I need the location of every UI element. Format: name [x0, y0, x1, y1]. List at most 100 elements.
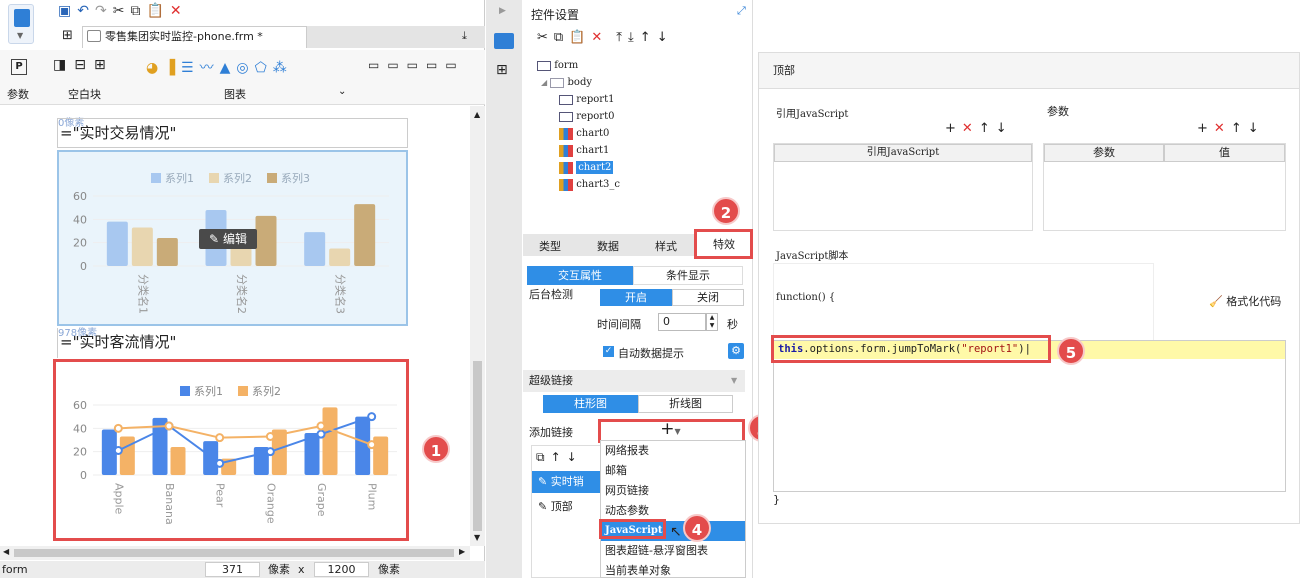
tree-item-chart2[interactable]: chart2 — [537, 159, 620, 176]
param-header: 参数 — [1044, 144, 1164, 162]
scroll-down-icon[interactable]: ▼ — [474, 533, 480, 542]
chart-type-icons[interactable]: ◕▐☰〰▲◎⬠⁂ — [146, 57, 293, 77]
tab-type[interactable]: 类型 — [539, 238, 561, 254]
move-bottom-icon[interactable]: ⤓ — [628, 30, 634, 45]
chevron-down-icon[interactable]: ▼ — [731, 370, 737, 392]
chart0-widget[interactable]: 系列1 系列2 系列3 0 20 40 60 分类名1 分类名2 分类名3 ✎ 编辑 — [57, 150, 408, 326]
tab-style[interactable]: 样式 — [655, 238, 677, 254]
move-up-icon[interactable]: ↑ — [640, 30, 651, 45]
link-tab-line[interactable]: 折线图 — [638, 395, 733, 413]
expand-icon[interactable]: ⤢ — [737, 4, 746, 18]
scroll-up-icon[interactable]: ▲ — [474, 110, 480, 119]
tree-item-report0[interactable]: report0 — [537, 108, 620, 125]
widget-settings-toggle[interactable] — [494, 33, 514, 49]
x-tick-label: 分类名1 — [136, 274, 150, 314]
scroll-left-icon[interactable]: ◀ — [3, 547, 9, 556]
layout-icon[interactable]: ⊞ — [496, 62, 508, 78]
width-field[interactable]: 371 — [205, 562, 260, 577]
copy-icon[interactable]: ⧉ — [536, 450, 551, 464]
param-icon[interactable]: P — [11, 59, 27, 75]
ref-js-header: 引用JavaScript — [774, 144, 1032, 162]
menu-item-dynamic-param[interactable]: 动态参数 — [601, 501, 745, 521]
widget-toolbar: P 参数 ◨⊟⊞ 空白块 ◕▐☰〰▲◎⬠⁂ 图表 ⌄ ▭▭▭▭▭ — [0, 50, 485, 105]
menu-item-weblink[interactable]: 网页链接 — [601, 481, 745, 501]
move-up-icon[interactable]: ↑ — [979, 121, 990, 136]
link-tab-bar[interactable]: 柱形图 — [543, 395, 638, 413]
paste-icon[interactable]: 📋 — [569, 30, 585, 45]
toggle-on[interactable]: 开启 — [600, 289, 672, 306]
move-down-icon[interactable]: ↓ — [567, 450, 583, 464]
vertical-scrollbar[interactable]: ▲ ▼ — [470, 106, 485, 546]
report-title-2[interactable]: ="实时客流情况" — [57, 328, 408, 358]
save-icon[interactable]: ▣ — [58, 3, 71, 19]
subtab-interaction[interactable]: 交互属性 — [527, 266, 633, 285]
chart-icon — [559, 178, 573, 191]
link-item-label: 顶部 — [550, 500, 573, 513]
interval-field[interactable]: 0 — [658, 313, 706, 331]
add-icon[interactable]: + — [945, 121, 956, 136]
height-field[interactable]: 1200 — [314, 562, 369, 577]
legend-swatch — [151, 173, 161, 183]
tab-data[interactable]: 数据 — [597, 238, 619, 254]
add-icon[interactable]: + — [1197, 121, 1208, 136]
move-top-icon[interactable]: ⤒ — [616, 30, 622, 45]
form-widget-icons[interactable]: ▭▭▭▭▭ — [368, 58, 465, 72]
edit-button[interactable]: ✎ 编辑 — [199, 229, 257, 249]
cut-icon[interactable]: ✂ — [113, 3, 125, 19]
status-bar: form 371 像素 x 1200 像素 — [0, 561, 485, 578]
tree-item-chart0[interactable]: chart0 — [537, 125, 620, 142]
move-up-icon[interactable]: ↑ — [1231, 121, 1242, 136]
panel-toolbar: ✂ ⧉ 📋 ✕ ⤒ ⤓ ↑ ↓ — [537, 30, 674, 45]
interval-stepper[interactable]: ▲ ▼ — [706, 313, 718, 331]
group-label-chart: 图表 — [224, 88, 246, 101]
tree-item-report1[interactable]: report1 — [537, 91, 620, 108]
delete-icon[interactable]: ✕ — [170, 3, 182, 19]
menu-item-float-chart[interactable]: 图表超链-悬浮窗图表 — [601, 541, 745, 561]
grid-icon[interactable]: ⊞ — [62, 28, 73, 43]
js-dialog: 顶部 引用JavaScript 参数 + ✕ ↑ ↓ + ✕ ↑ ↓ 引用JavaScrip… — [758, 52, 1300, 524]
redo-icon[interactable]: ↷ — [95, 3, 107, 19]
tab-bar-bg — [307, 26, 485, 48]
report-title-1[interactable]: ="实时交易情况" — [57, 118, 408, 148]
delete-icon[interactable]: ✕ — [1214, 121, 1225, 136]
pin-icon[interactable]: ⤓ — [462, 29, 467, 43]
move-down-icon[interactable]: ↓ — [657, 30, 668, 45]
scroll-thumb[interactable] — [473, 361, 482, 531]
app-menu-button[interactable]: ▼ — [8, 4, 34, 44]
menu-item-report[interactable]: 网络报表 — [601, 441, 745, 461]
delete-icon[interactable]: ✕ — [962, 121, 973, 136]
tree-item-form[interactable]: form — [537, 57, 620, 74]
delete-icon[interactable]: ✕ — [591, 30, 602, 45]
gear-icon[interactable]: ⚙ — [728, 343, 744, 359]
move-down-icon[interactable]: ↓ — [996, 121, 1007, 136]
tree-item-body[interactable]: ◢ body — [537, 74, 620, 91]
func-open: function() { — [776, 292, 836, 303]
menu-item-current-form[interactable]: 当前表单对象 — [601, 561, 745, 581]
chevron-down-icon[interactable]: ⌄ — [338, 86, 346, 97]
cut-icon[interactable]: ✂ — [537, 30, 548, 45]
tree-item-chart1[interactable]: chart1 — [537, 142, 620, 159]
undo-icon[interactable]: ↶ — [77, 3, 89, 19]
toggle-off[interactable]: 关闭 — [672, 289, 744, 306]
panel-title: 控件设置 — [531, 8, 580, 22]
menu-item-email[interactable]: 邮箱 — [601, 461, 745, 481]
tree-label: chart0 — [576, 128, 610, 139]
file-tab[interactable]: 零售集团实时监控-phone.frm * — [82, 26, 307, 48]
scroll-thumb-h[interactable] — [14, 549, 454, 557]
copy-icon[interactable]: ⧉ — [554, 30, 563, 45]
collapse-icon[interactable]: ▶ — [499, 6, 506, 16]
paste-icon[interactable]: 📋 — [146, 3, 163, 19]
move-down-icon[interactable]: ↓ — [1248, 121, 1259, 136]
blank-block-icons[interactable]: ◨⊟⊞ — [53, 57, 114, 73]
size-x: x — [298, 563, 305, 576]
subtab-condition[interactable]: 条件显示 — [633, 266, 743, 285]
scroll-right-icon[interactable]: ▶ — [459, 547, 465, 556]
tree-label: form — [554, 60, 579, 71]
auto-tip-checkbox[interactable]: ✓ — [603, 346, 614, 357]
horizontal-scrollbar[interactable]: ◀ ▶ — [0, 546, 470, 560]
copy-icon[interactable]: ⧉ — [130, 3, 140, 19]
format-code-button[interactable]: 🧹 格式化代码 — [1209, 293, 1281, 309]
x-tick-label: 分类名3 — [334, 274, 348, 314]
move-up-icon[interactable]: ↑ — [551, 450, 567, 464]
tree-item-chart3[interactable]: chart3_c — [537, 176, 620, 193]
